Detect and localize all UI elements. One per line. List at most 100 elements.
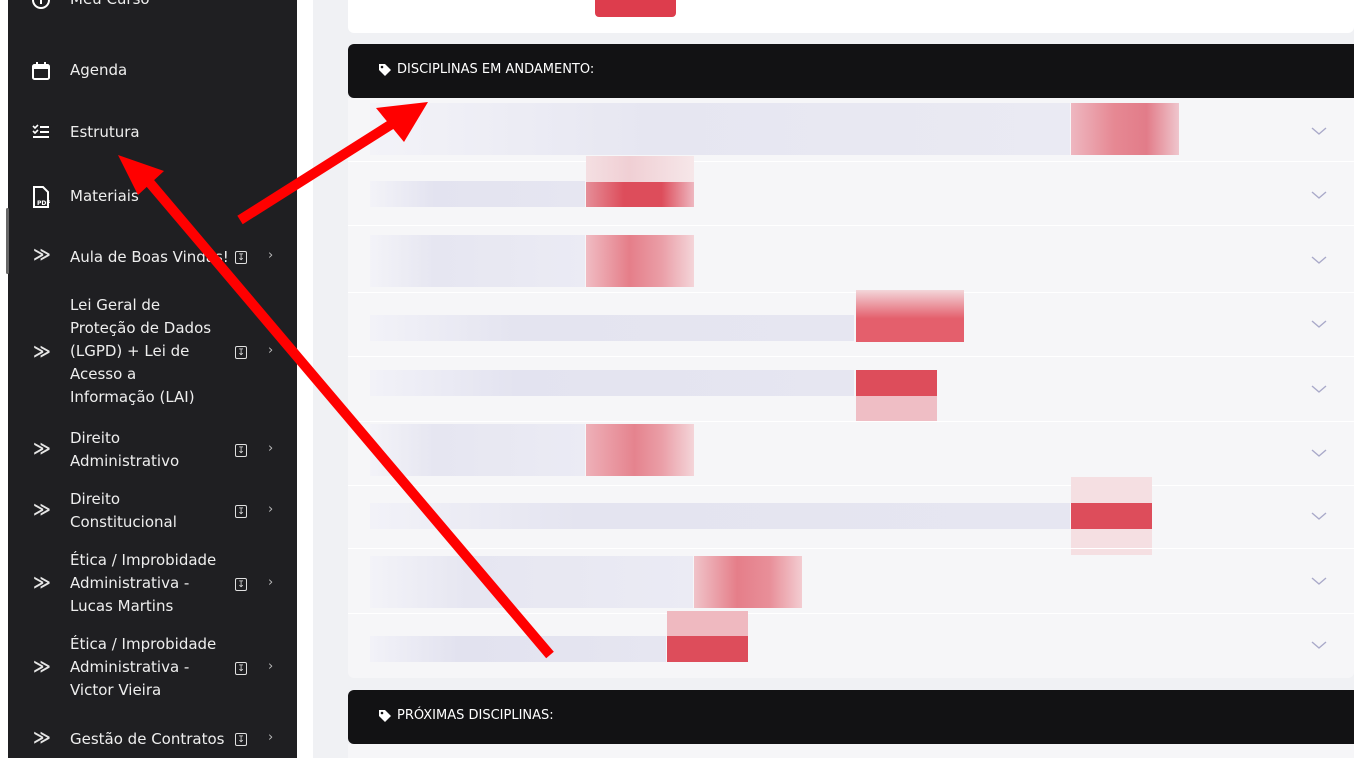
chevron-right-icon: ≫ xyxy=(33,657,51,677)
pdf-file-icon: PDF xyxy=(30,186,52,208)
discipline-progress-blurred xyxy=(586,181,694,207)
discipline-name-blurred xyxy=(370,370,854,396)
sidebar-section-label: Direito xyxy=(70,490,121,508)
caret-right-icon: › xyxy=(268,575,274,590)
chevron-right-icon: ≫ xyxy=(33,573,51,593)
discipline-progress-blurred xyxy=(586,235,694,287)
download-icon[interactable]: ↧ xyxy=(235,251,247,264)
chevron-down-icon[interactable] xyxy=(1308,505,1330,527)
sidebar-section-lgpd[interactable]: ≫ Lei Geral de Proteção de Dados (LGPD) … xyxy=(0,294,297,412)
discipline-row[interactable] xyxy=(348,229,1354,293)
sidebar-scrollbar[interactable] xyxy=(6,208,9,274)
sidebar-section-etica-victor[interactable]: ≫ Ética / Improbidade Administrativa - V… xyxy=(0,633,297,703)
sidebar-section-label: Administrativo xyxy=(70,452,180,470)
sidebar-item-label: Meu Curso xyxy=(70,0,150,11)
sidebar-item-label: Materiais xyxy=(70,187,139,205)
discipline-row[interactable] xyxy=(348,358,1354,422)
discipline-progress-blurred xyxy=(856,396,937,422)
course-progress-badge xyxy=(595,0,676,17)
discipline-name-blurred xyxy=(370,503,1070,529)
discipline-progress-blurred xyxy=(667,611,748,637)
caret-right-icon: › xyxy=(268,659,274,674)
chevron-down-icon[interactable] xyxy=(1308,442,1330,464)
discipline-name-blurred xyxy=(370,556,693,608)
sidebar-section-direito-administrativo[interactable]: ≫ Direito Administrativo ↧ › xyxy=(0,427,297,473)
sidebar-section-direito-constitucional[interactable]: ≫ Direito Constitucional ↧ › xyxy=(0,488,297,534)
chevron-down-icon[interactable] xyxy=(1308,184,1330,206)
caret-right-icon: › xyxy=(268,343,274,358)
discipline-row[interactable] xyxy=(348,611,1354,678)
discipline-name-blurred xyxy=(370,181,585,207)
sidebar-section-label: Aula de Boas Vindas! xyxy=(70,248,229,266)
sidebar-item-agenda[interactable]: Agenda xyxy=(0,58,297,84)
chevron-right-icon: ≫ xyxy=(33,728,51,748)
download-icon[interactable]: ↧ xyxy=(235,346,247,359)
discipline-progress-blurred xyxy=(586,424,694,476)
discipline-row[interactable] xyxy=(348,422,1354,486)
discipline-row[interactable] xyxy=(348,98,1354,162)
sidebar-section-label: Proteção de Dados xyxy=(70,319,212,337)
chevron-right-icon: ≫ xyxy=(33,245,51,265)
sidebar-section-label: Ética / Improbidade xyxy=(70,635,217,653)
discipline-name-blurred xyxy=(370,315,854,341)
sidebar-item-meu-curso[interactable]: Meu Curso xyxy=(0,0,297,22)
sidebar-section-label: Victor Vieira xyxy=(70,681,162,699)
chevron-down-icon[interactable] xyxy=(1308,378,1330,400)
discipline-progress-blurred xyxy=(586,156,694,182)
sidebar-item-label: Estrutura xyxy=(70,123,140,141)
discipline-row[interactable] xyxy=(348,290,1354,357)
discipline-row[interactable] xyxy=(348,477,1354,555)
caret-right-icon: › xyxy=(268,502,274,517)
chevron-right-icon: ≫ xyxy=(33,342,51,362)
checklist-icon xyxy=(30,121,52,143)
download-icon[interactable]: ↧ xyxy=(235,733,247,746)
download-icon[interactable]: ↧ xyxy=(235,444,247,457)
sidebar-section-label: Administrativa - xyxy=(70,574,190,592)
discipline-progress-blurred xyxy=(1071,103,1179,155)
upcoming-header: PRÓXIMAS DISCIPLINAS: xyxy=(348,690,1354,744)
discipline-row[interactable] xyxy=(348,156,1354,226)
chevron-down-icon[interactable] xyxy=(1308,120,1330,142)
sidebar-item-estrutura[interactable]: Estrutura xyxy=(0,120,297,146)
discipline-progress-blurred xyxy=(1071,503,1152,529)
in-progress-header: DISCIPLINAS EM ANDAMENTO: xyxy=(348,44,1354,98)
discipline-name-blurred xyxy=(370,424,585,476)
sidebar-section-etica-lucas[interactable]: ≫ Ética / Improbidade Administrativa - L… xyxy=(0,549,297,619)
chevron-right-icon: ≫ xyxy=(33,439,51,459)
upcoming-title: PRÓXIMAS DISCIPLINAS: xyxy=(397,708,554,723)
sidebar-section-label: Direito xyxy=(70,429,121,447)
sidebar-section-label: Administrativa - xyxy=(70,658,190,676)
sidebar-section-label: (LGPD) + Lei de xyxy=(70,342,190,360)
chevron-right-icon: ≫ xyxy=(33,500,51,520)
course-card xyxy=(348,0,1354,33)
chevron-down-icon[interactable] xyxy=(1308,570,1330,592)
in-progress-title: DISCIPLINAS EM ANDAMENTO: xyxy=(397,62,595,77)
row-divider xyxy=(348,548,1354,549)
chevron-down-icon[interactable] xyxy=(1308,634,1330,656)
sidebar-edge xyxy=(0,0,8,758)
download-icon[interactable]: ↧ xyxy=(235,578,247,591)
discipline-progress-blurred xyxy=(1071,477,1152,503)
download-icon[interactable]: ↧ xyxy=(235,505,247,518)
discipline-progress-blurred xyxy=(856,370,937,396)
discipline-progress-blurred xyxy=(667,636,748,662)
upcoming-list xyxy=(348,744,1354,758)
sidebar: Meu Curso Agenda Estrutura PDF Materiais… xyxy=(0,0,297,758)
tag-icon xyxy=(378,62,392,81)
sidebar-section-label: Lei Geral de xyxy=(70,296,161,314)
sidebar-section-aula-boas-vindas[interactable]: ≫ Aula de Boas Vindas! ↧ › xyxy=(0,244,297,270)
download-icon[interactable]: ↧ xyxy=(235,662,247,675)
sidebar-section-label: Constitucional xyxy=(70,513,177,531)
caret-right-icon: › xyxy=(268,441,274,456)
sidebar-item-materiais[interactable]: PDF Materiais xyxy=(0,184,297,210)
discipline-row[interactable] xyxy=(348,550,1354,614)
info-circle-icon xyxy=(30,0,52,11)
tag-icon xyxy=(378,708,392,727)
chevron-down-icon[interactable] xyxy=(1308,249,1330,271)
row-divider xyxy=(348,356,1354,357)
sidebar-section-gestao-contratos[interactable]: ≫ Gestão de Contratos ↧ › xyxy=(0,727,297,753)
chevron-down-icon[interactable] xyxy=(1308,313,1330,335)
row-divider xyxy=(348,225,1354,226)
caret-right-icon: › xyxy=(268,248,274,263)
discipline-progress-blurred xyxy=(856,290,964,342)
